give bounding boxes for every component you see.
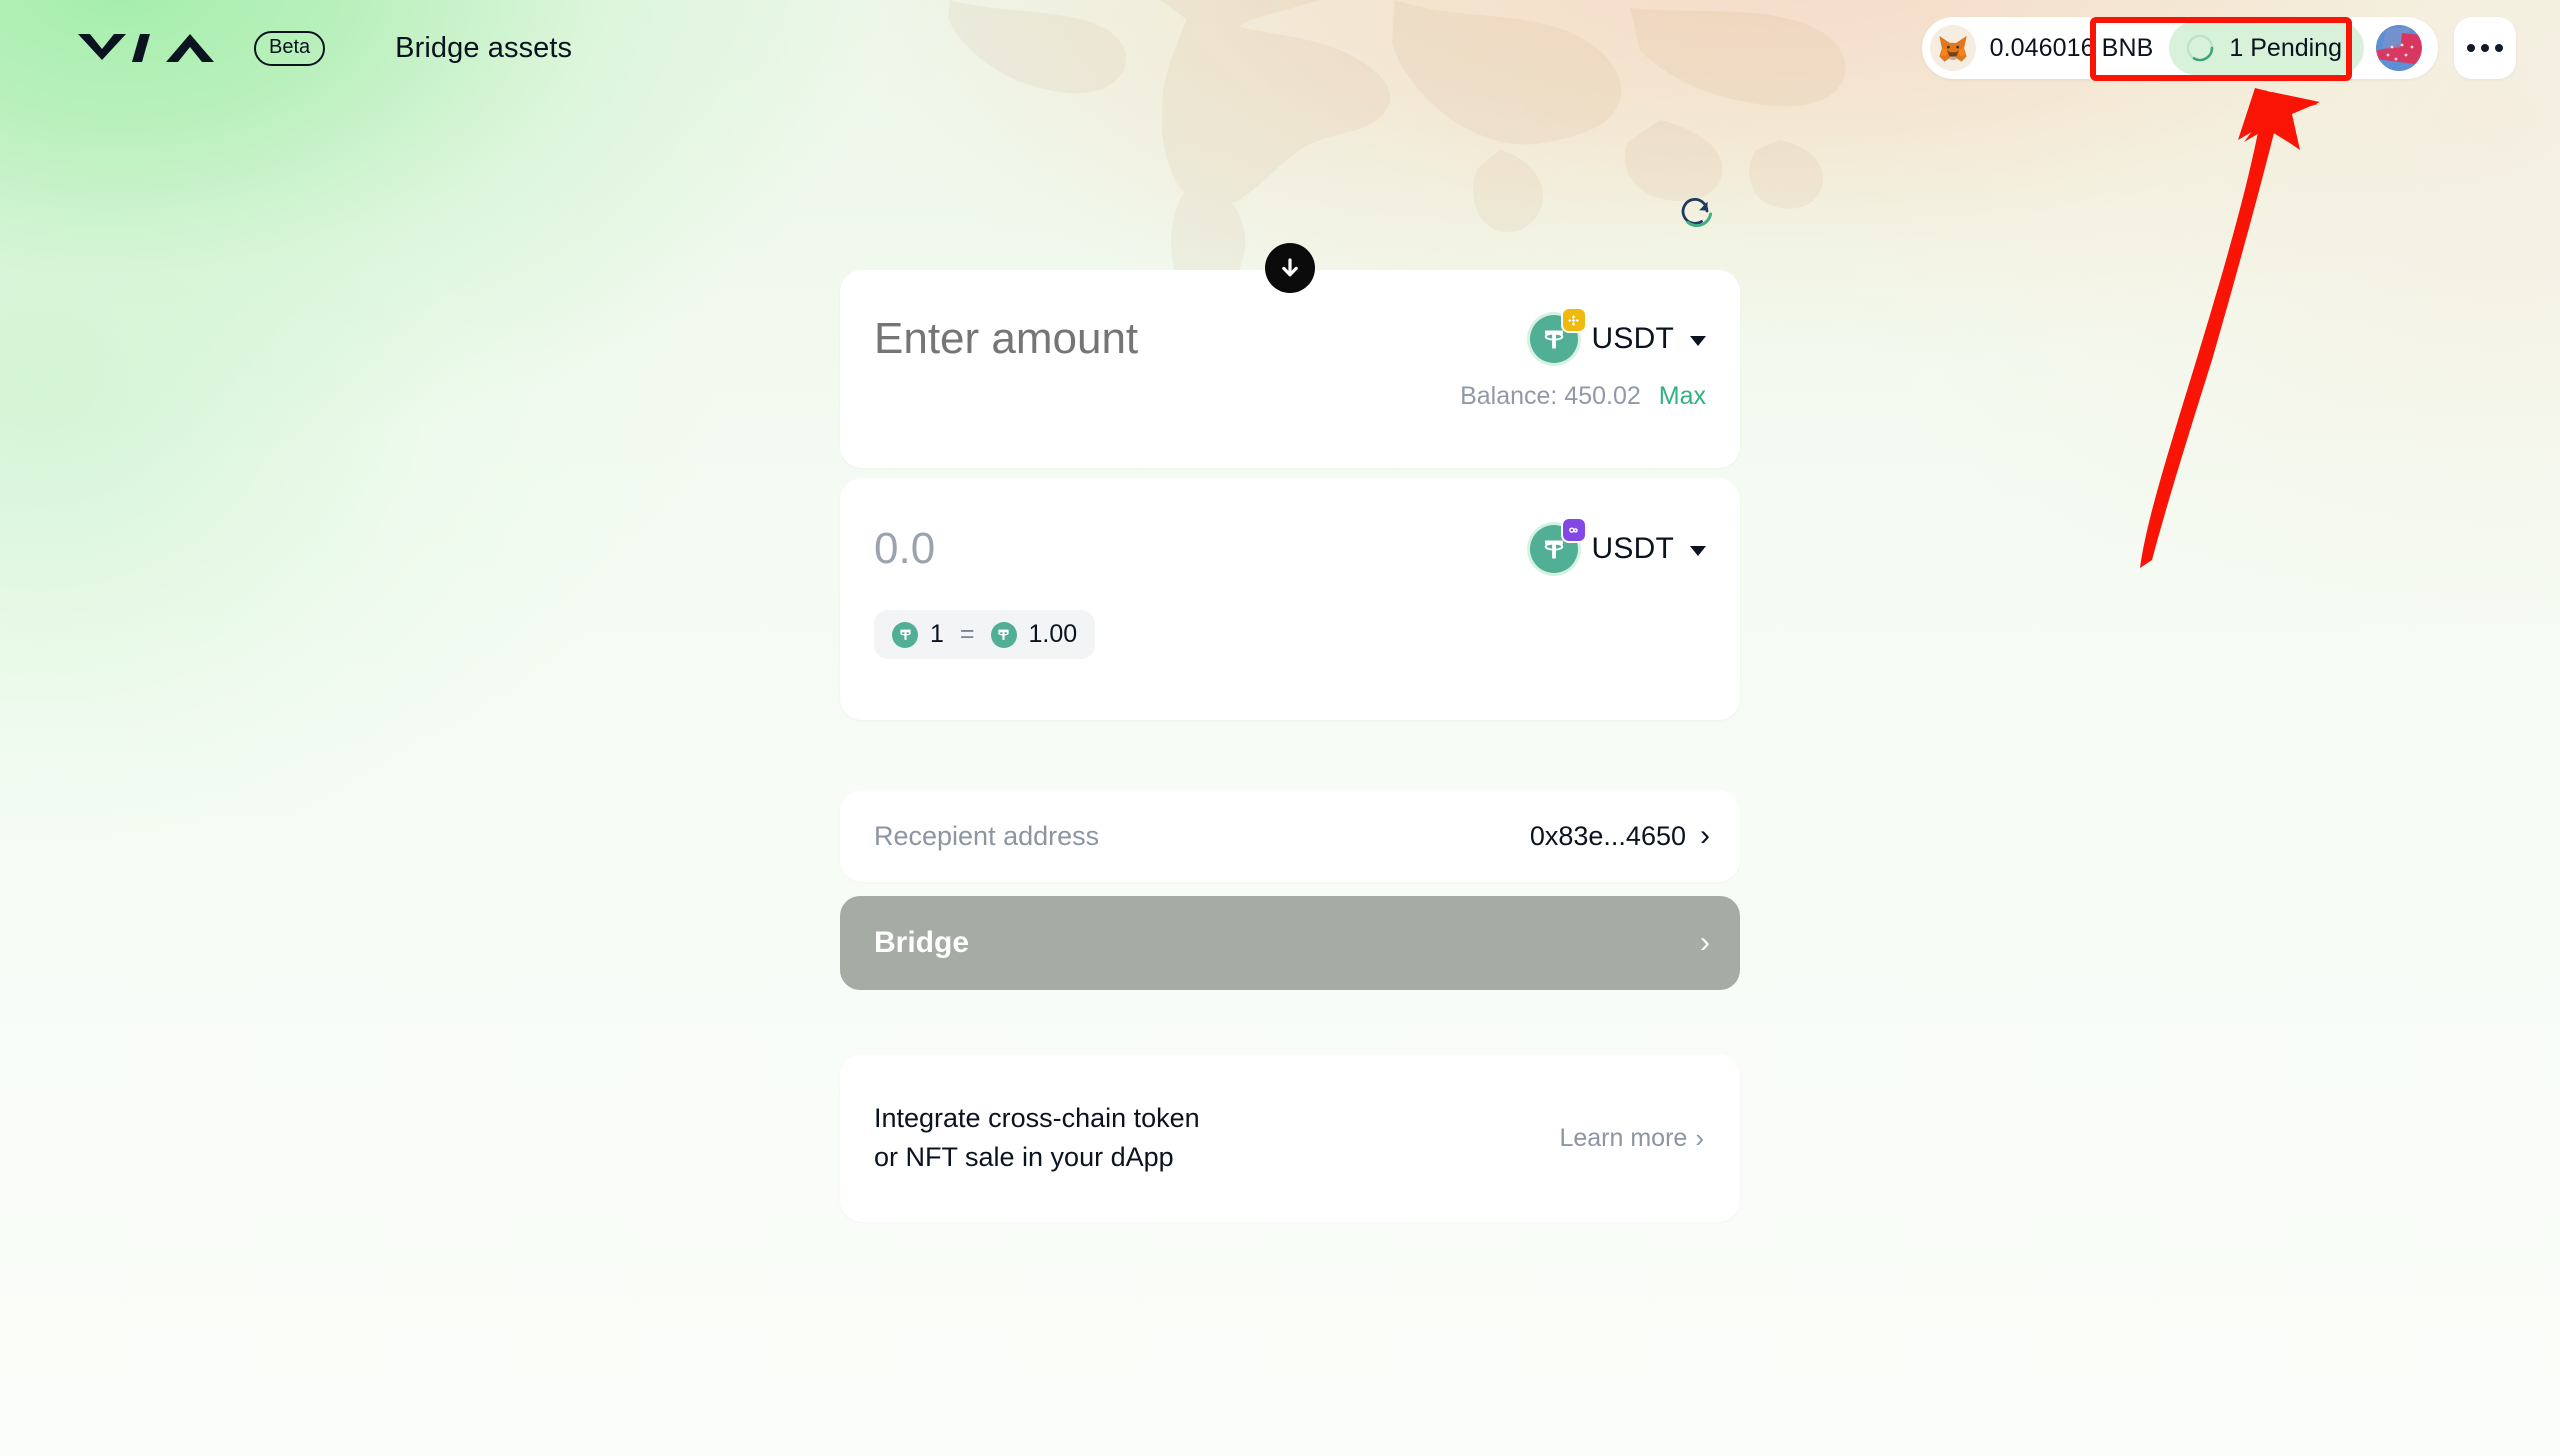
recipient-address-row[interactable]: Recepient address 0x83e...4650 ›	[840, 790, 1740, 882]
arrow-down-icon	[1282, 258, 1298, 277]
wallet-balance: 0.046016 BNB	[1989, 33, 2154, 62]
app-header: Beta Bridge assets 0.046016 BNB 1 Pendin…	[0, 0, 2560, 96]
chevron-right-icon: ›	[1695, 1123, 1704, 1153]
account-avatar[interactable]	[2376, 25, 2422, 71]
recipient-right: 0x83e...4650 ›	[1530, 821, 1710, 852]
annotation-arrow-head-fill	[2244, 92, 2320, 150]
rate-right-amount: 1.00	[1028, 620, 1078, 648]
pending-transactions-badge[interactable]: 1 Pending	[2169, 21, 2364, 75]
via-logo-icon[interactable]	[76, 28, 226, 68]
usdt-mini-icon	[892, 621, 918, 648]
bridge-button[interactable]: Bridge ›	[840, 896, 1740, 990]
usdt-mini-icon	[990, 621, 1017, 648]
promo-card: Integrate cross-chain token or NFT sale …	[840, 1054, 1740, 1222]
polygon-chain-badge	[1560, 517, 1587, 543]
header-right-group: 0.046016 BNB 1 Pending	[1921, 17, 2516, 79]
from-amount-row: USDT	[874, 307, 1706, 364]
max-button[interactable]: Max	[1659, 382, 1706, 411]
balance-label: Balance: 450.02	[1460, 382, 1641, 410]
amount-input[interactable]	[874, 314, 1394, 364]
to-token-icon-wrap	[1529, 517, 1587, 573]
exchange-rate-chip: 1 = 1.00	[874, 610, 1096, 659]
beta-badge: Beta	[254, 30, 326, 66]
from-token-selector[interactable]: USDT	[1529, 307, 1706, 363]
brand-area: Beta Bridge assets	[76, 28, 572, 68]
page-title: Bridge assets	[395, 31, 573, 64]
rate-left-amount: 1	[930, 620, 944, 648]
pending-label: 1 Pending	[2229, 33, 2342, 62]
loading-spinner-icon	[2185, 33, 2215, 63]
to-token-card: 0.0 USDT 1 = 1.00	[840, 478, 1740, 720]
refresh-row	[840, 188, 1740, 236]
promo-text: Integrate cross-chain token or NFT sale …	[874, 1099, 1200, 1177]
from-token-symbol: USDT	[1591, 322, 1674, 355]
app-root: Beta Bridge assets 0.046016 BNB 1 Pendin…	[0, 0, 2560, 1456]
bridge-button-label: Bridge	[874, 926, 970, 959]
swap-direction-button[interactable]	[1265, 243, 1315, 293]
chevron-down-icon	[1690, 545, 1706, 556]
promo-line-1: Integrate cross-chain token	[874, 1102, 1200, 1133]
to-token-symbol: USDT	[1591, 532, 1674, 565]
balance-row: Balance: 450.02 Max	[874, 382, 1706, 411]
recipient-label: Recepient address	[874, 820, 1100, 851]
from-token-card: USDT Balance: 450.02 Max	[840, 270, 1740, 468]
annotation-arrow-head	[2238, 88, 2318, 148]
learn-more-link[interactable]: Learn more ›	[1559, 1124, 1704, 1153]
from-token-icon-wrap	[1529, 307, 1587, 363]
learn-more-label: Learn more	[1559, 1123, 1688, 1152]
metamask-fox-icon	[1929, 25, 1976, 71]
bnb-chain-badge	[1560, 307, 1587, 333]
promo-line-2: or NFT sale in your dApp	[874, 1142, 1174, 1172]
bridge-main-column: USDT Balance: 450.02 Max 0.0	[840, 0, 1740, 1222]
rate-equals: =	[959, 620, 975, 648]
chevron-down-icon	[1690, 335, 1706, 346]
dot	[2481, 44, 2489, 52]
to-token-selector[interactable]: USDT	[1529, 517, 1706, 573]
dot	[2467, 44, 2475, 52]
more-options-button[interactable]	[2454, 17, 2516, 79]
dot	[2495, 44, 2503, 52]
to-amount-value: 0.0	[874, 524, 936, 573]
recipient-address-value: 0x83e...4650	[1529, 820, 1686, 851]
to-amount-row: 0.0 USDT	[874, 517, 1706, 574]
wallet-pill[interactable]: 0.046016 BNB 1 Pending	[1921, 17, 2438, 79]
refresh-icon[interactable]	[1674, 188, 1722, 236]
chevron-right-icon: ›	[1700, 926, 1710, 959]
chevron-right-icon: ›	[1700, 819, 1710, 852]
annotation-arrow-shaft	[2140, 90, 2282, 568]
